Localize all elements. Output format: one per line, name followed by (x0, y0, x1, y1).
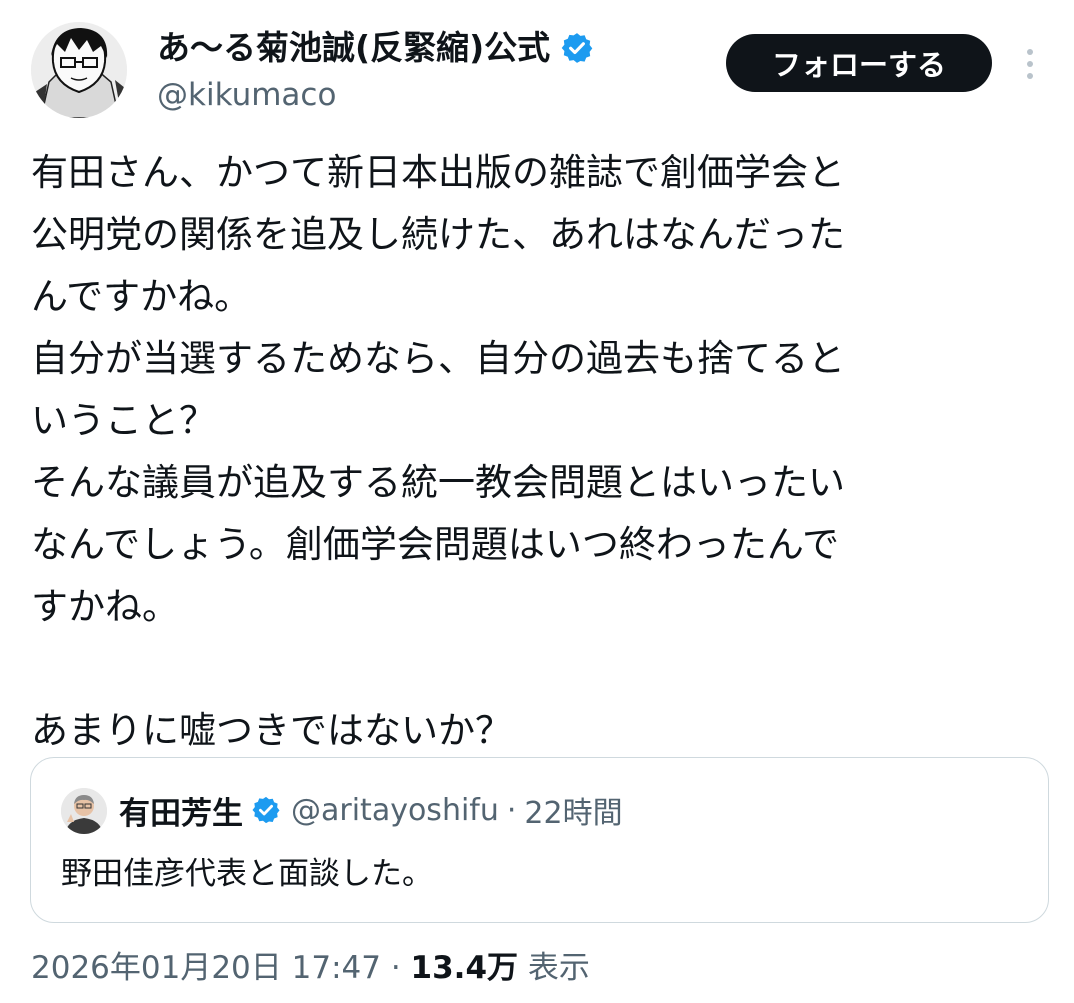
tweet-meta: 2026年01月20日 17:47 · 13.4万 表示 (31, 946, 590, 990)
quote-author-avatar[interactable] (61, 788, 107, 834)
views-label: 表示 (518, 950, 590, 986)
quote-tweet-card[interactable]: 有田芳生 @aritayoshifu · 22時間 野田佳彦代表と面談した。 (30, 757, 1049, 923)
tweet-text: 有田さん、かつて新日本出版の雑誌で創価学会と 公明党の関係を追及し続けた、あれは… (31, 151, 845, 752)
verified-badge-icon (252, 796, 280, 824)
quote-author-handle[interactable]: @aritayoshifu (291, 793, 499, 828)
author-handle[interactable]: @kikumaco (157, 74, 336, 116)
person-photo-avatar (61, 788, 107, 834)
quote-author-name[interactable]: 有田芳生 (119, 788, 243, 833)
author-name-row[interactable]: あ〜る菊池誠(反緊縮)公式 (157, 26, 594, 70)
views-count: 13.4万 (410, 950, 519, 986)
more-vertical-icon (1027, 49, 1033, 79)
author-avatar[interactable] (31, 22, 127, 118)
tweet-timestamp[interactable]: 2026年01月20日 17:47 (31, 950, 381, 986)
separator-dot: · (380, 950, 411, 986)
quote-timestamp[interactable]: 22時間 (524, 788, 622, 832)
quote-text: 野田佳彦代表と面談した。 (61, 856, 433, 892)
more-button[interactable] (1018, 44, 1042, 84)
separator-dot: · (506, 792, 517, 828)
manga-portrait-avatar (31, 22, 127, 118)
author-display-name[interactable]: あ〜る菊池誠(反緊縮)公式 (157, 26, 550, 70)
follow-button[interactable]: フォローする (726, 34, 992, 92)
quote-header: 有田芳生 @aritayoshifu · 22時間 (119, 786, 623, 834)
verified-badge-icon (561, 33, 593, 63)
